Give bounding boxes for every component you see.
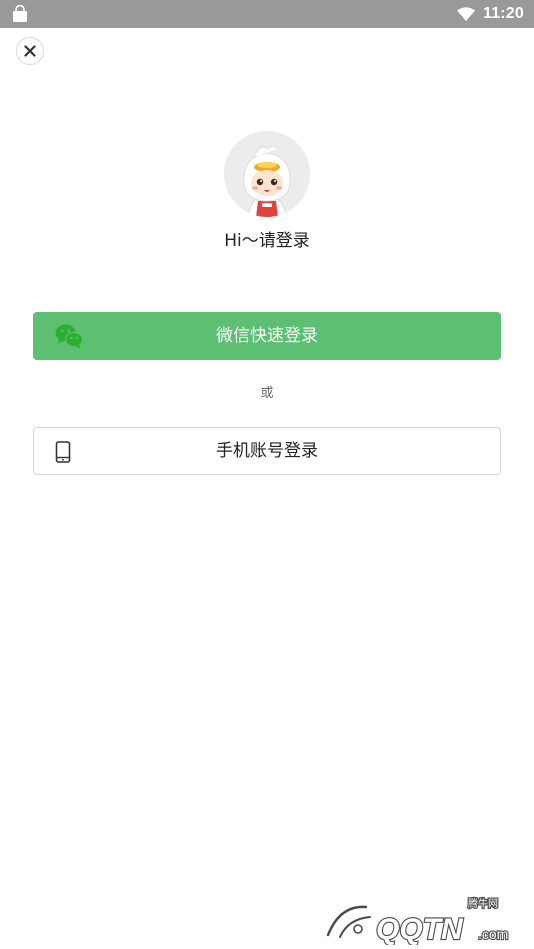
watermark-brand: QQTN xyxy=(376,913,464,945)
status-right: 11:20 xyxy=(456,0,524,28)
wechat-login-button[interactable]: 微信快速登录 xyxy=(33,312,501,360)
or-divider-text: 或 xyxy=(260,386,274,401)
close-button[interactable] xyxy=(16,37,44,65)
phone-login-button[interactable]: 手机账号登录 xyxy=(33,427,501,475)
close-icon xyxy=(24,45,36,57)
cartoon-chef-avatar-image xyxy=(224,131,310,217)
phone-login-label: 手机账号登录 xyxy=(216,441,318,461)
shopping-bag-icon xyxy=(13,5,27,22)
qqtn-watermark-logo: 腾牛网 QQTN .com xyxy=(325,896,509,945)
status-bar: 11:20 xyxy=(0,0,534,28)
watermark-suffix: .com xyxy=(478,926,508,942)
wifi-icon xyxy=(456,7,475,21)
watermark-tagline: 腾牛网 xyxy=(468,897,498,910)
status-time: 11:20 xyxy=(482,5,524,22)
login-prompt: Hi～请登录 xyxy=(224,231,310,251)
wechat-login-label: 微信快速登录 xyxy=(216,326,318,346)
avatar[interactable] xyxy=(224,131,310,217)
